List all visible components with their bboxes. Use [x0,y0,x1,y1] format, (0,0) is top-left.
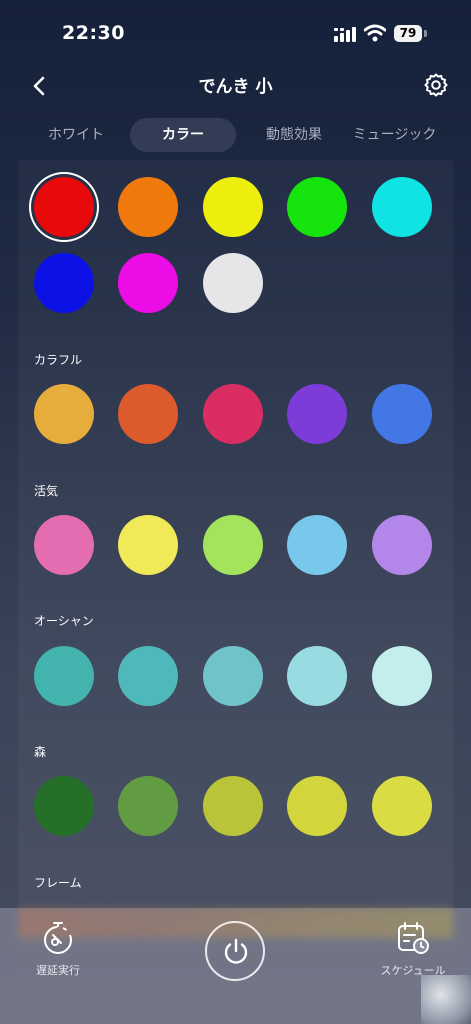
screenshot-thumbnail[interactable] [421,975,471,1024]
bottom-action-bar: 遅延実行 スケジュール [0,908,471,1024]
color-swatch[interactable] [287,646,347,706]
section-label-colorful: カラフル [34,353,83,367]
color-swatch[interactable] [203,384,263,444]
cellular-signal-icon [334,27,356,42]
color-swatch[interactable] [287,776,347,836]
color-panel: カラフル 活気 オーシャン 森 フレーム [18,160,453,940]
status-time: 22:30 [62,22,125,44]
color-swatch[interactable] [203,646,263,706]
status-bar: 22:30 79 [0,0,471,60]
color-swatch[interactable] [118,515,178,575]
color-swatch-white[interactable] [203,253,263,313]
color-swatch[interactable] [34,384,94,444]
section-label-forest: 森 [34,745,47,759]
color-swatch[interactable] [203,515,263,575]
timer-icon [44,922,72,954]
power-icon [224,938,248,964]
color-swatch-cyan[interactable] [372,177,432,237]
tab-color[interactable]: カラー [130,118,236,152]
color-swatch-yellow[interactable] [203,177,263,237]
color-swatch-magenta[interactable] [118,253,178,313]
nav-bar: でんき 小 [0,62,471,106]
color-swatch[interactable] [118,776,178,836]
color-swatch[interactable] [34,646,94,706]
tab-music[interactable]: ミュージック [336,118,453,152]
battery-tip [424,30,427,37]
color-swatch[interactable] [372,515,432,575]
page-title: でんき 小 [198,77,273,97]
calendar-clock-icon [398,922,429,954]
section-label-flame: フレーム [34,876,82,890]
delay-label: 遅延実行 [36,964,80,977]
color-swatch-blue[interactable] [34,253,94,313]
color-swatch[interactable] [118,384,178,444]
wifi-icon [364,24,386,42]
section-label-lively: 活気 [34,484,59,498]
gear-icon[interactable] [422,71,450,99]
color-swatch[interactable] [34,515,94,575]
color-swatch-green[interactable] [287,177,347,237]
color-swatch-red[interactable] [34,177,94,237]
tab-white[interactable]: ホワイト [18,118,134,152]
mode-tabs: ホワイト カラー 動態効果 ミュージック [18,118,453,154]
color-swatch[interactable] [372,384,432,444]
color-swatch-orange[interactable] [118,177,178,237]
color-swatch[interactable] [34,776,94,836]
color-swatch[interactable] [203,776,263,836]
tab-dynamic-effects[interactable]: 動態効果 [240,118,348,152]
color-swatch[interactable] [372,776,432,836]
battery-indicator: 79 [394,25,422,42]
delay-button[interactable]: 遅延実行 [30,920,86,990]
color-swatch[interactable] [372,646,432,706]
section-label-ocean: オーシャン [34,614,94,628]
color-swatch[interactable] [287,515,347,575]
color-swatch[interactable] [118,646,178,706]
color-swatch[interactable] [287,384,347,444]
power-button[interactable] [205,921,265,981]
